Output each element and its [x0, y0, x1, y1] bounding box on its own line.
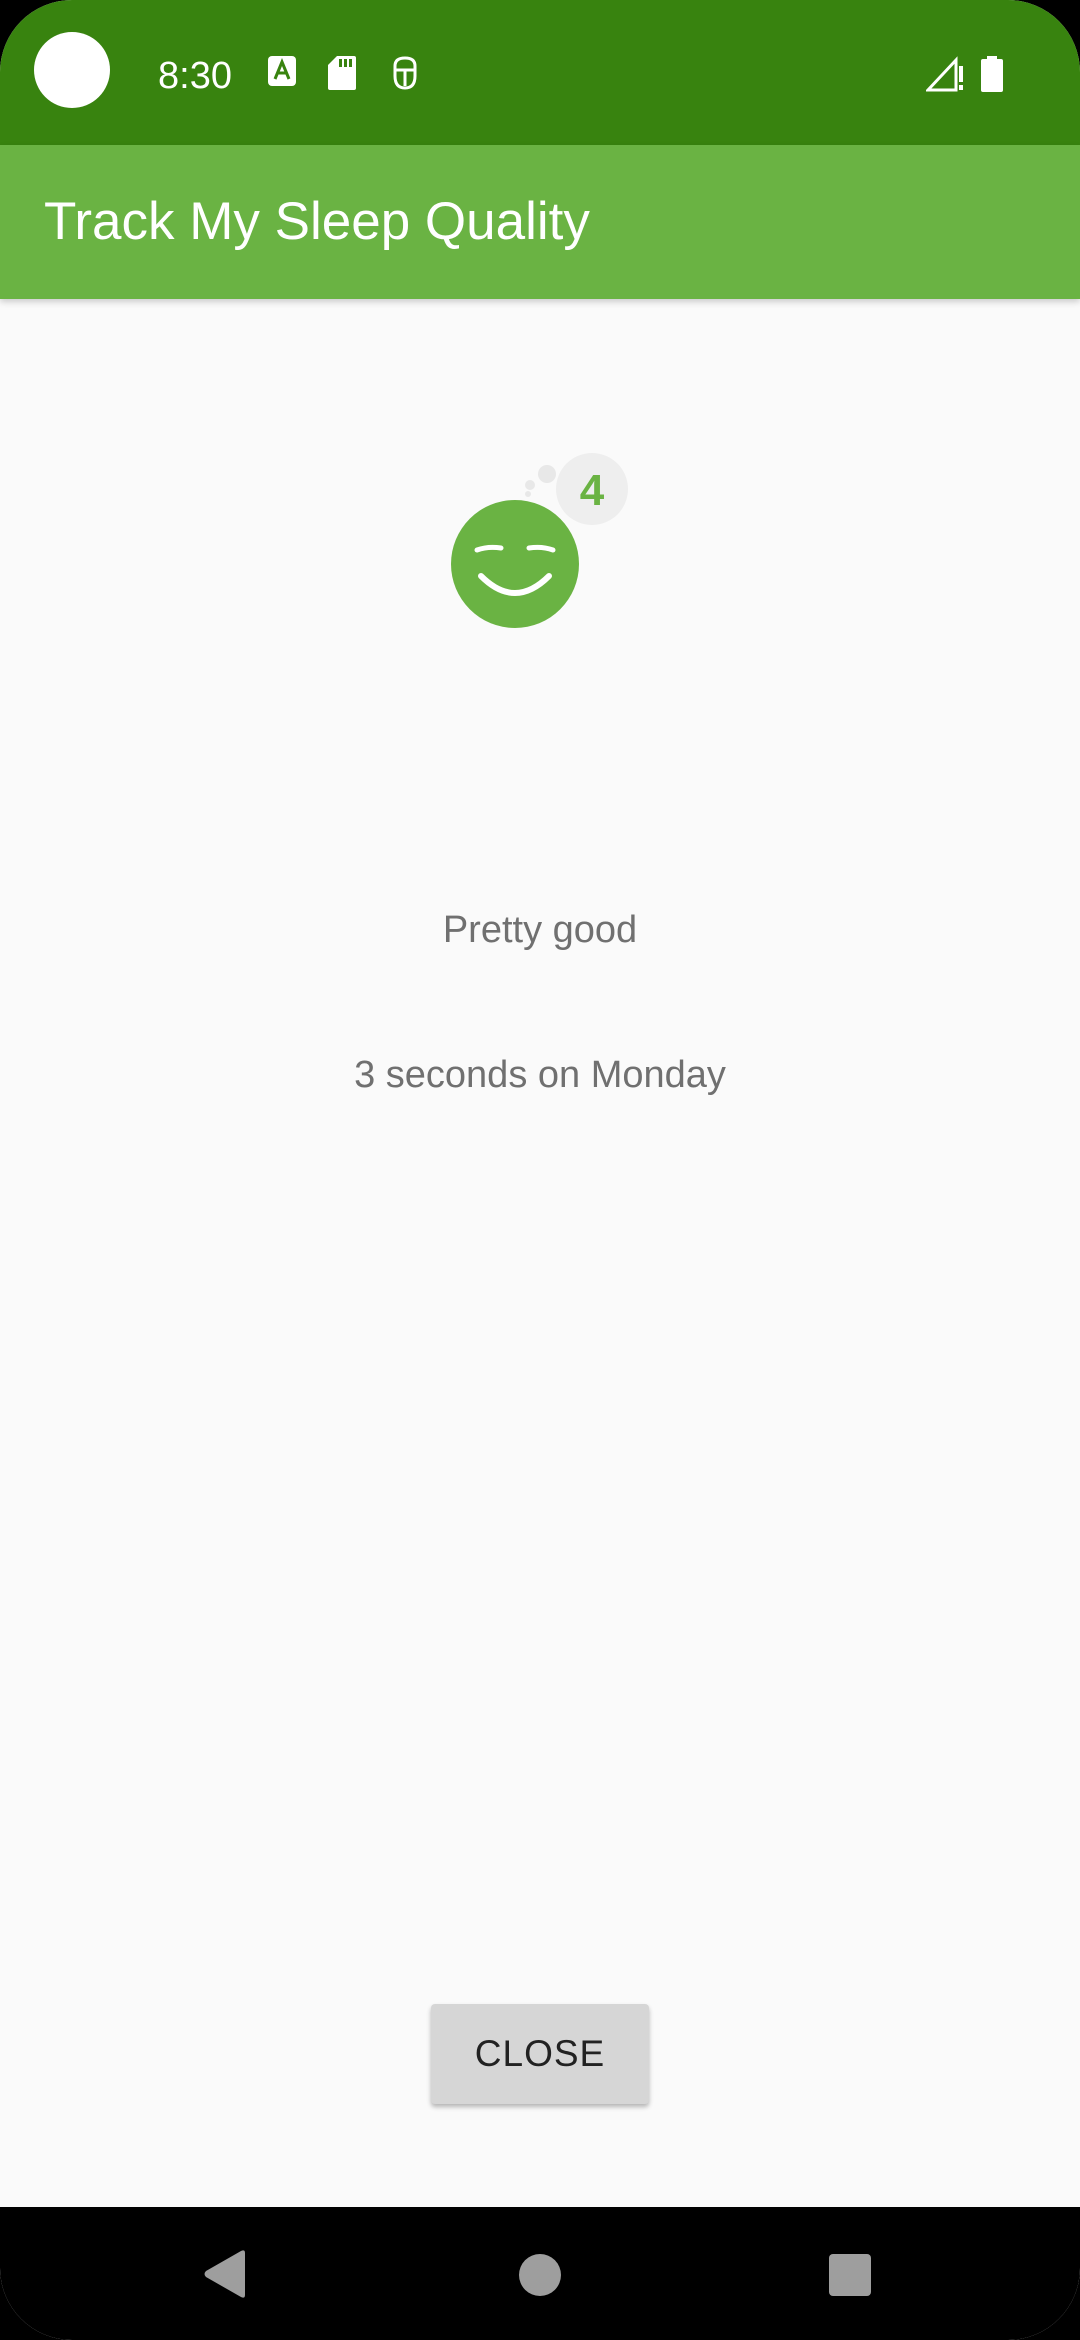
- screen: 8:30 Track My Sleep Quality 4 Pretty goo…: [0, 0, 1080, 2340]
- home-icon[interactable]: [518, 2253, 562, 2297]
- duration-label: 3 seconds on Monday: [354, 1054, 726, 1096]
- sleep-quality-4-icon: 4: [451, 453, 628, 628]
- quality-badge: 4: [580, 466, 605, 515]
- back-icon[interactable]: [203, 2249, 247, 2299]
- camera-cutout: [34, 32, 110, 108]
- status-bar: 8:30: [0, 0, 1080, 145]
- font-a-icon: [268, 56, 296, 86]
- android-debug-icon: [393, 56, 417, 90]
- status-time: 8:30: [158, 55, 232, 97]
- sd-card-icon: [328, 56, 356, 90]
- battery-icon: [981, 56, 1003, 92]
- close-button[interactable]: CLOSE: [431, 2004, 649, 2104]
- quality-label: Pretty good: [442, 909, 638, 951]
- app-title: Track My Sleep Quality: [44, 192, 590, 251]
- signal-icon: [926, 56, 963, 92]
- recents-icon[interactable]: [828, 2253, 872, 2297]
- app-bar: Track My Sleep Quality: [0, 145, 1080, 299]
